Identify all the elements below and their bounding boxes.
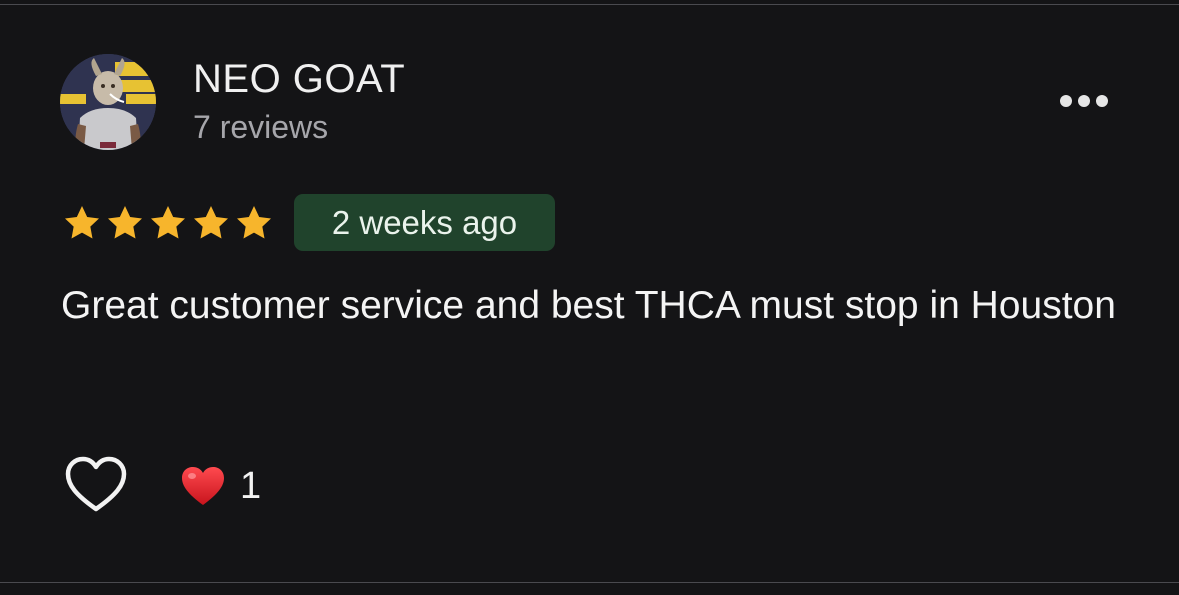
red-heart-icon [182, 467, 224, 505]
avatar-image [60, 54, 156, 150]
top-divider [0, 4, 1179, 5]
time-ago-badge: 2 weeks ago [294, 194, 555, 251]
reaction-count: 1 [240, 465, 262, 507]
more-horizontal-icon [1078, 95, 1090, 107]
star-filled-icon [237, 206, 271, 239]
avatar[interactable] [60, 54, 156, 150]
review-card: NEO GOAT 7 reviews 2 weeks ago Great cus… [0, 0, 1179, 595]
review-count[interactable]: 7 reviews [193, 107, 328, 147]
review-text: Great customer service and best THCA mus… [61, 284, 1116, 327]
more-horizontal-icon [1060, 95, 1072, 107]
star-filled-icon [151, 206, 185, 239]
reviewer-name[interactable]: NEO GOAT [193, 56, 405, 102]
like-button[interactable] [64, 455, 128, 515]
bottom-divider [0, 582, 1179, 583]
reaction-summary[interactable]: 1 [180, 460, 261, 512]
more-options-button[interactable] [1052, 86, 1116, 116]
star-filled-icon [194, 206, 228, 239]
star-rating [62, 201, 274, 245]
heart-outline-icon [65, 456, 127, 512]
star-filled-icon [65, 206, 99, 239]
star-filled-icon [108, 206, 142, 239]
more-horizontal-icon [1096, 95, 1108, 107]
